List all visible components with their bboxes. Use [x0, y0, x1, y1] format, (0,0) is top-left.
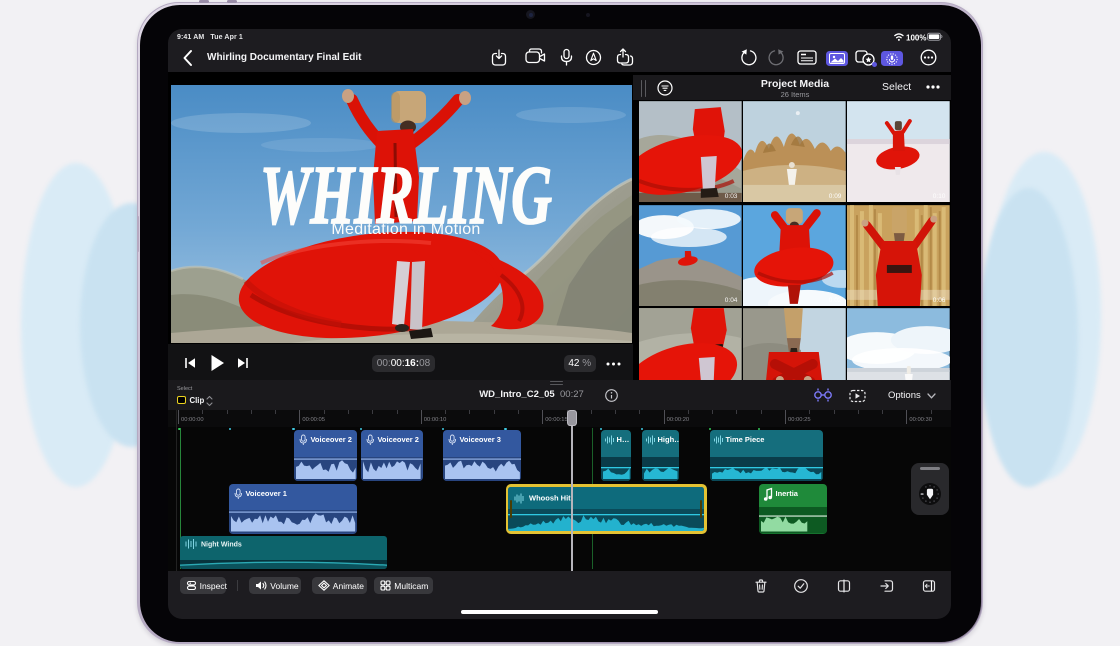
- svg-text:Voiceover 2: Voiceover 2: [310, 435, 351, 444]
- svg-text:Voiceover 3: Voiceover 3: [459, 435, 500, 444]
- svg-text:0:09: 0:09: [829, 193, 842, 200]
- svg-text:Time Piece: Time Piece: [725, 435, 764, 444]
- svg-text:0:02: 0:02: [829, 296, 842, 303]
- svg-text:Voiceover 2: Voiceover 2: [378, 435, 419, 444]
- svg-text:0:10: 0:10: [933, 193, 946, 200]
- svg-text:0:04: 0:04: [725, 296, 738, 303]
- svg-text:Voiceover 1: Voiceover 1: [245, 489, 286, 498]
- svg-text:High…: High…: [657, 435, 679, 444]
- svg-text:H…: H…: [616, 435, 629, 444]
- svg-text:0:03: 0:03: [725, 193, 738, 200]
- svg-text:Inertia: Inertia: [775, 489, 798, 498]
- svg-text:100%: 100%: [906, 34, 926, 43]
- svg-text:Whoosh Hit: Whoosh Hit: [529, 493, 571, 502]
- svg-text:0:06: 0:06: [933, 296, 946, 303]
- svg-text:Night Winds: Night Winds: [201, 542, 242, 549]
- svg-text:Meditation in Motion: Meditation in Motion: [331, 221, 480, 238]
